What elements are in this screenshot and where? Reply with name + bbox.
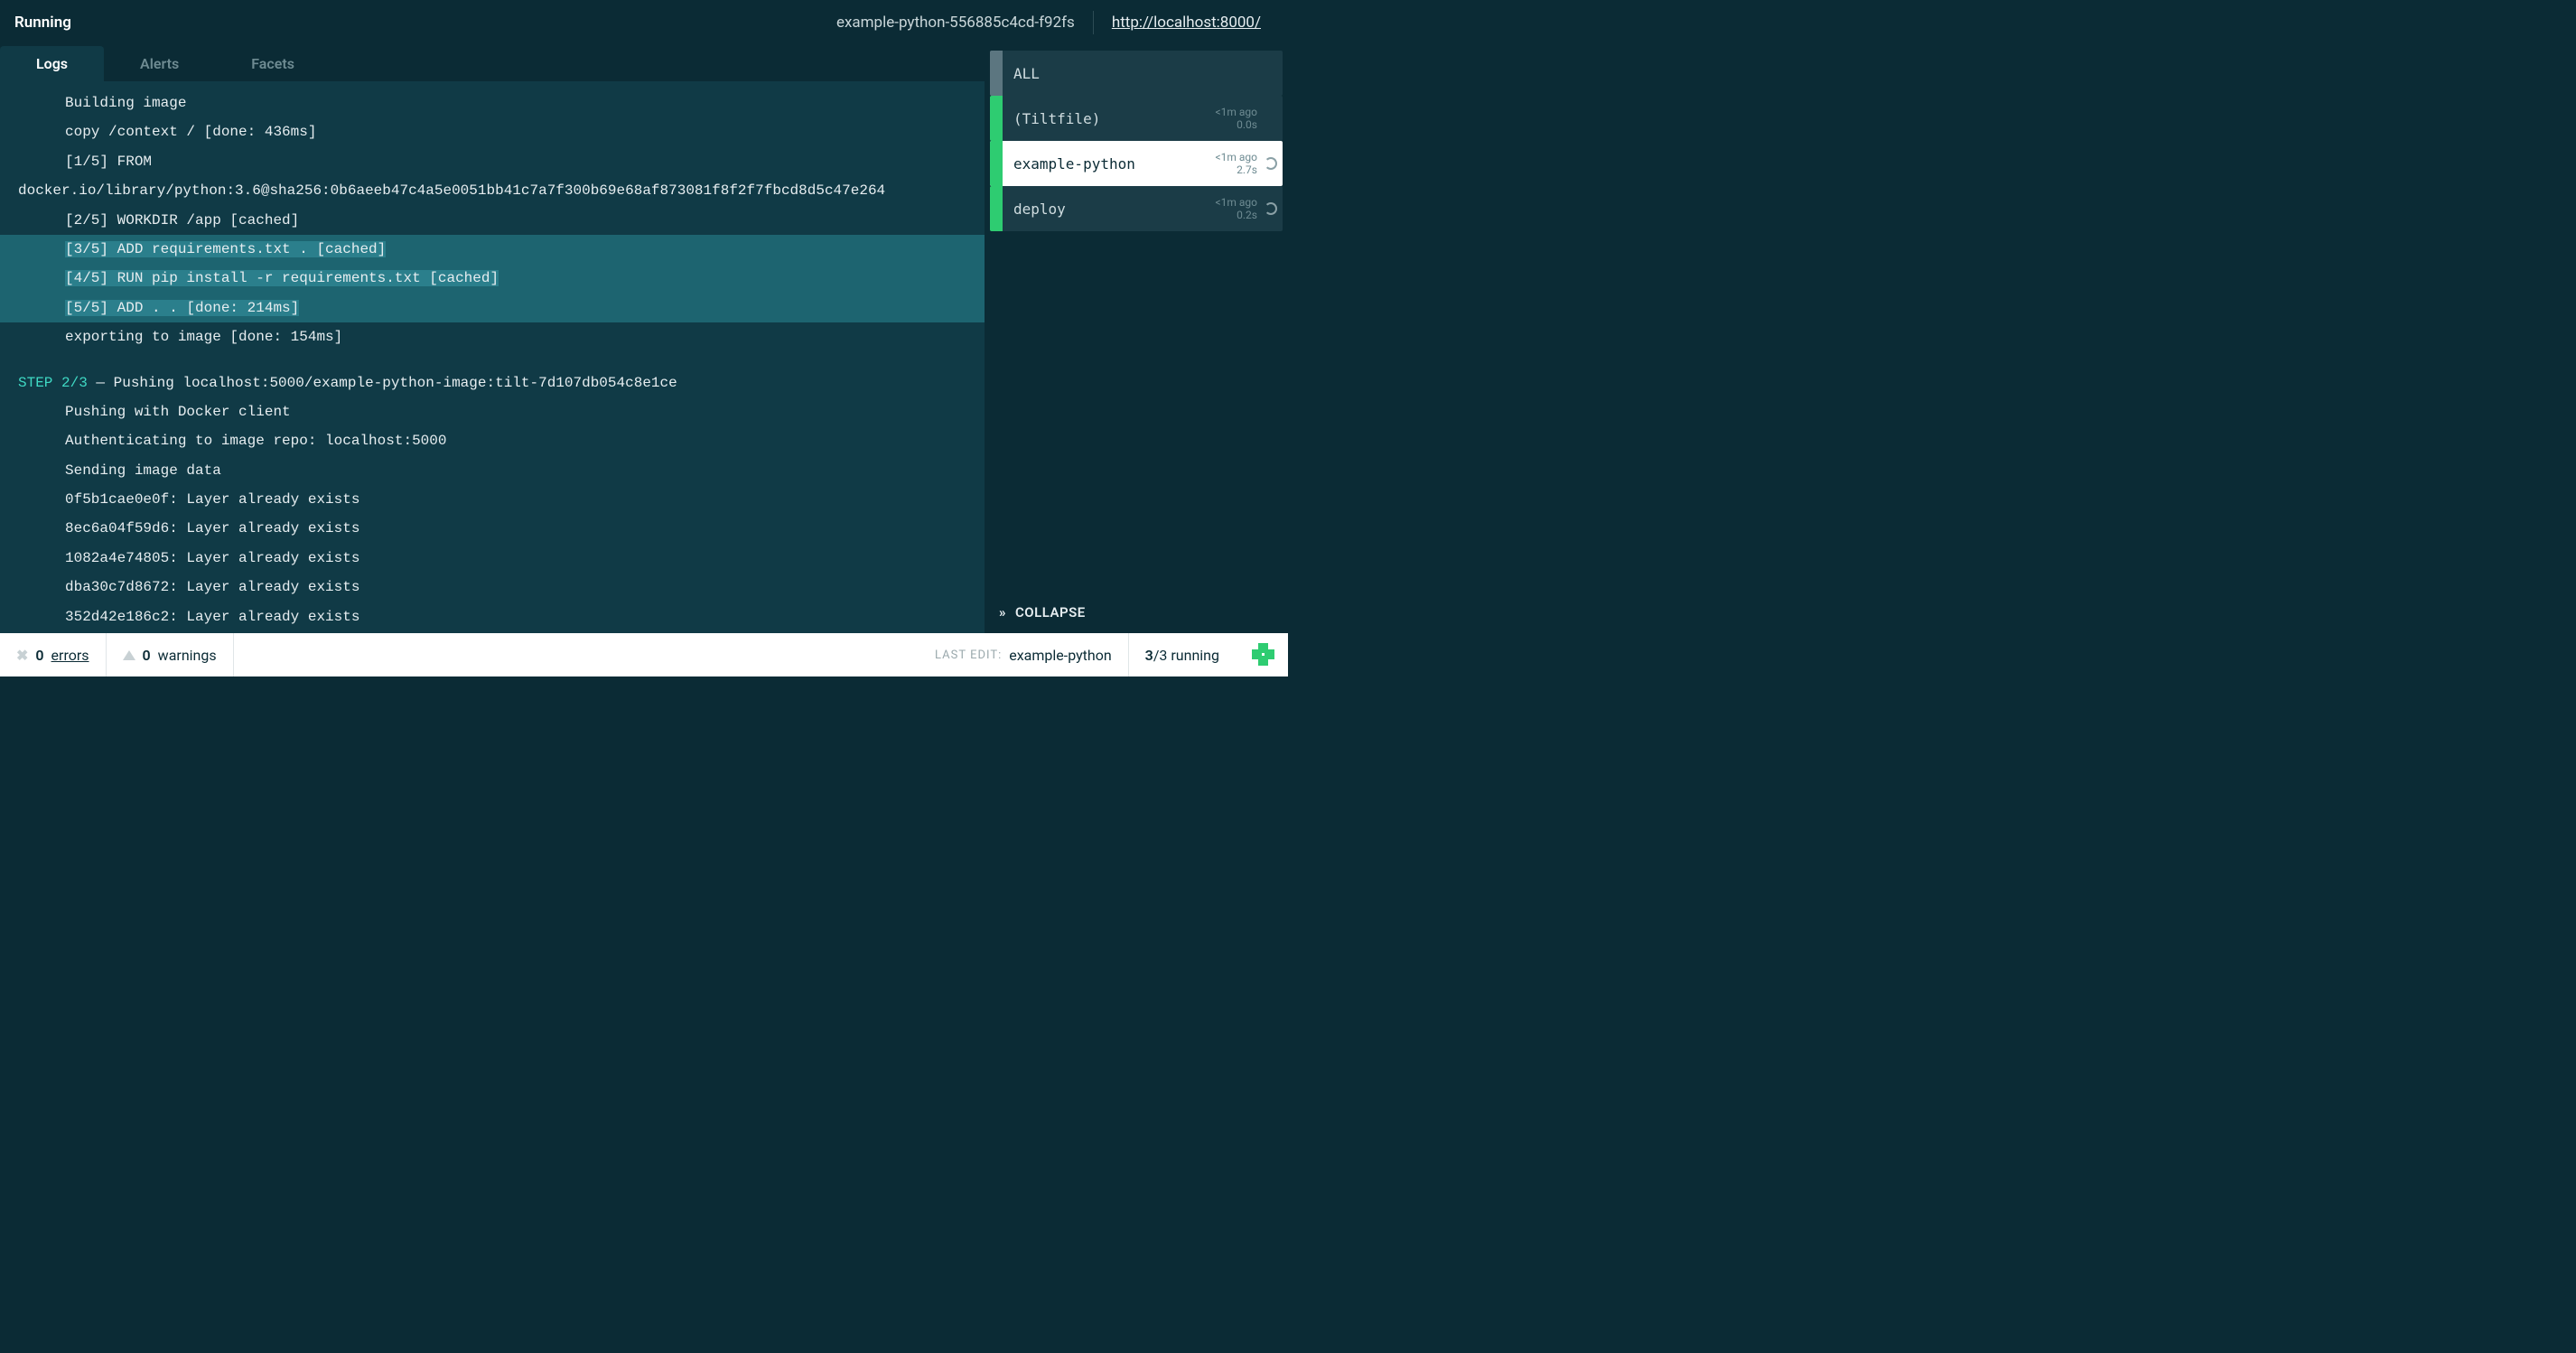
log-line: 352d42e186c2: Layer already exists [0, 602, 985, 631]
refresh-button[interactable] [1265, 202, 1283, 215]
resource-item-all[interactable]: ALL [990, 51, 1283, 96]
log-line: [3/5] ADD requirements.txt . [cached] [0, 235, 985, 264]
running-count-section: 3/3 running [1129, 633, 1236, 676]
warnings-count: 0 [143, 647, 151, 664]
refresh-button[interactable] [1265, 157, 1283, 170]
log-line: Sending image data [0, 456, 985, 485]
log-line: Pushing with Docker client [0, 397, 985, 426]
status-label: Running [9, 14, 71, 32]
resource-item-examplepython[interactable]: example-python<1m ago2.7s [990, 141, 1283, 186]
errors-count: 0 [35, 647, 43, 664]
resource-sidebar: ALL(Tiltfile)<1m ago0.0sexample-python<1… [985, 45, 1288, 633]
running-bold: 3 [1145, 647, 1153, 664]
status-bar-indicator [990, 51, 1003, 96]
log-line: 0f5b1cae0e0f: Layer already exists [0, 485, 985, 514]
status-bar-indicator [990, 141, 1003, 186]
log-line: [4/5] RUN pip install -r requirements.tx… [0, 264, 985, 293]
errors-label: errors [51, 647, 89, 664]
tab-alerts[interactable]: Alerts [104, 46, 215, 81]
chevrons-right-icon: » [999, 604, 1006, 621]
resource-name: example-python [1003, 155, 1216, 173]
collapse-label: COLLAPSE [1015, 604, 1086, 621]
divider [233, 633, 234, 676]
log-line: Authenticating to image repo: localhost:… [0, 426, 985, 455]
log-line: 8ec6a04f59d6: Layer already exists [0, 514, 985, 543]
warning-triangle-icon [123, 650, 135, 660]
refresh-icon [1265, 202, 1277, 215]
main-panel: Logs Alerts Facets Building imagecopy /c… [0, 45, 985, 633]
status-bar: ✖ 0 errors 0 warnings LAST EDIT: example… [0, 633, 1288, 676]
log-line: copy /context / [done: 436ms] [0, 117, 985, 146]
running-rest: /3 running [1153, 647, 1219, 664]
resource-meta: <1m ago0.0s [1216, 106, 1265, 131]
tabs: Logs Alerts Facets [0, 45, 985, 81]
warnings-section[interactable]: 0 warnings [107, 633, 233, 676]
resource-meta: <1m ago2.7s [1216, 151, 1265, 176]
last-edit-section: LAST EDIT: example-python [919, 633, 1128, 676]
pod-name: example-python-556885c4cd-f92fs [836, 14, 1075, 32]
warnings-label: warnings [158, 647, 217, 664]
collapse-sidebar-button[interactable]: » COLLAPSE [990, 597, 1283, 628]
resource-name: (Tiltfile) [1003, 110, 1216, 127]
log-line: docker.io/library/python:3.6@sha256:0b6a… [0, 176, 985, 205]
header-bar: Running example-python-556885c4cd-f92fs … [0, 0, 1288, 45]
resource-item-tiltfile[interactable]: (Tiltfile)<1m ago0.0s [990, 96, 1283, 141]
log-line: exporting to image [done: 154ms] [0, 322, 985, 351]
errors-section[interactable]: ✖ 0 errors [0, 633, 106, 676]
refresh-icon [1265, 157, 1277, 170]
last-edit-value: example-python [1009, 647, 1111, 664]
tilt-logo-button[interactable] [1236, 633, 1288, 676]
log-line: [5/5] ADD . . [done: 214ms] [0, 294, 985, 322]
resource-name: deploy [1003, 201, 1216, 218]
tilt-logo-icon [1252, 643, 1275, 667]
tab-facets[interactable]: Facets [215, 46, 331, 81]
last-edit-label: LAST EDIT: [935, 649, 1002, 662]
resource-name: ALL [1003, 65, 1265, 82]
log-line: [2/5] WORKDIR /app [cached] [0, 206, 985, 235]
error-x-icon: ✖ [16, 647, 28, 664]
status-bar-indicator [990, 96, 1003, 141]
status-bar-indicator [990, 186, 1003, 231]
resource-item-deploy[interactable]: deploy<1m ago0.2s [990, 186, 1283, 231]
log-line: [1/5] FROM [0, 147, 985, 176]
resource-meta: <1m ago0.2s [1216, 196, 1265, 221]
log-line: STEP 2/3 — Pushing localhost:5000/exampl… [0, 369, 985, 397]
log-line: Building image [0, 89, 985, 117]
log-line: dba30c7d8672: Layer already exists [0, 573, 985, 602]
divider [1093, 11, 1094, 34]
log-output[interactable]: Building imagecopy /context / [done: 436… [0, 81, 985, 633]
log-line: 1082a4e74805: Layer already exists [0, 544, 985, 573]
endpoint-url-link[interactable]: http://localhost:8000/ [1112, 14, 1261, 32]
tab-logs[interactable]: Logs [0, 46, 104, 81]
